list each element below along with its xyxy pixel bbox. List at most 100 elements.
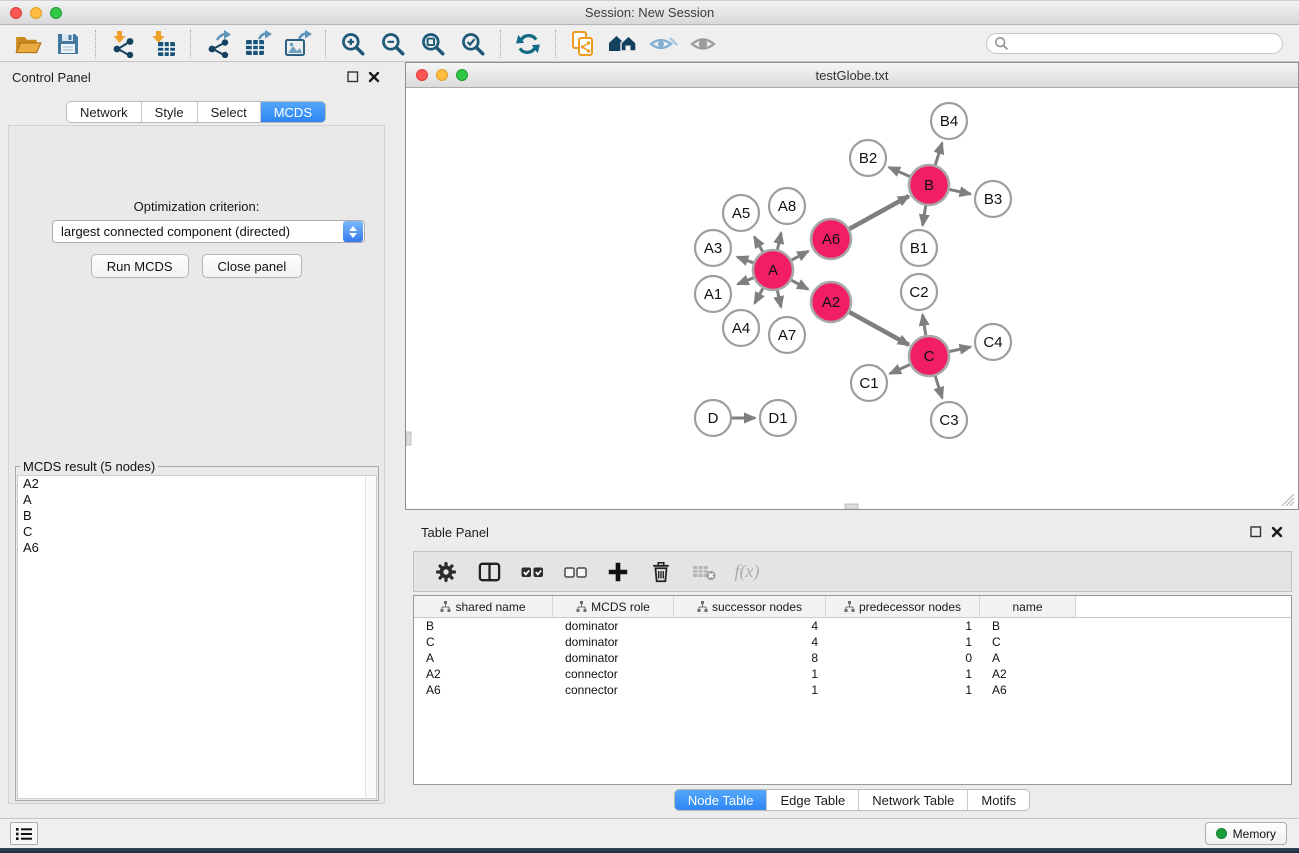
graph-node-C[interactable]: C [909, 336, 949, 376]
tab-network[interactable]: Network [67, 102, 141, 122]
close-panel-icon[interactable] [1271, 526, 1283, 538]
import-table-button[interactable] [143, 29, 183, 59]
graph-node-A4[interactable]: A4 [723, 310, 759, 346]
table-cell[interactable]: 1 [826, 666, 980, 682]
graph-node-A5[interactable]: A5 [723, 195, 759, 231]
close-panel-icon[interactable] [368, 71, 380, 83]
left-edge-handle[interactable] [406, 432, 411, 445]
show-all-button[interactable] [683, 29, 723, 59]
graph-node-B2[interactable]: B2 [850, 140, 886, 176]
table-cell[interactable]: 1 [826, 682, 980, 698]
table-row[interactable]: Bdominator41B [414, 618, 1291, 634]
zoom-out-button[interactable] [373, 29, 413, 59]
table-cell[interactable]: A [414, 650, 553, 666]
column-header-shared-name[interactable]: shared name [414, 596, 553, 617]
mcds-result-item[interactable]: C [18, 524, 376, 540]
table-cell[interactable]: dominator [553, 618, 674, 634]
search-field[interactable] [986, 33, 1283, 54]
table-cell[interactable]: B [414, 618, 553, 634]
copy-network-button[interactable] [563, 29, 603, 59]
network-canvas[interactable]: B4B2BB3A8A5A6A3B1AC2A1A2A4A7C4CC1C3DD1 [406, 88, 1298, 509]
graph-node-B[interactable]: B [909, 165, 949, 205]
graph-edge-A2-C[interactable] [843, 309, 909, 345]
hide-selected-button[interactable] [643, 29, 683, 59]
graph-node-B4[interactable]: B4 [931, 103, 967, 139]
select-all-button[interactable] [514, 556, 550, 588]
table-cell[interactable]: 1 [826, 634, 980, 650]
table-row[interactable]: A2connector11A2 [414, 666, 1291, 682]
table-row[interactable]: Adominator80A [414, 650, 1291, 666]
graph-edge-A6-B[interactable] [843, 196, 909, 232]
task-history-button[interactable] [10, 822, 38, 845]
graph-node-C1[interactable]: C1 [851, 365, 887, 401]
float-panel-icon[interactable] [347, 71, 359, 83]
graph-node-D[interactable]: D [695, 400, 731, 436]
table-cell[interactable]: A6 [980, 682, 1076, 698]
float-panel-icon[interactable] [1250, 526, 1262, 538]
graph-node-A1[interactable]: A1 [695, 276, 731, 312]
table-cell[interactable]: C [414, 634, 553, 650]
node-table[interactable]: shared nameMCDS rolesuccessor nodesprede… [413, 595, 1292, 785]
graph-node-A2[interactable]: A2 [811, 282, 851, 322]
tab-motifs[interactable]: Motifs [967, 790, 1029, 810]
resize-grip[interactable] [1282, 494, 1294, 506]
tab-node-table[interactable]: Node Table [675, 790, 767, 810]
destroy-table-button[interactable] [686, 556, 722, 588]
open-session-button[interactable] [8, 29, 48, 59]
table-cell[interactable]: A6 [414, 682, 553, 698]
table-settings-button[interactable] [428, 556, 464, 588]
add-column-button[interactable] [600, 556, 636, 588]
deselect-all-button[interactable] [557, 556, 593, 588]
table-cell[interactable]: dominator [553, 634, 674, 650]
mcds-result-item[interactable]: A [18, 492, 376, 508]
mcds-result-list[interactable]: A2ABCA6 [17, 475, 377, 799]
search-input[interactable] [1009, 37, 1282, 51]
graph-node-A[interactable]: A [753, 250, 793, 290]
tab-style[interactable]: Style [141, 102, 197, 122]
table-cell[interactable]: connector [553, 666, 674, 682]
table-cell[interactable]: B [980, 618, 1076, 634]
export-network-button[interactable] [198, 29, 238, 59]
column-header-MCDS-role[interactable]: MCDS role [553, 596, 674, 617]
graph-node-A7[interactable]: A7 [769, 317, 805, 353]
graph-node-B3[interactable]: B3 [975, 181, 1011, 217]
zoom-selected-button[interactable] [453, 29, 493, 59]
table-cell[interactable]: 0 [826, 650, 980, 666]
list-scrollbar[interactable] [365, 476, 376, 798]
bottom-edge-handle[interactable] [845, 504, 858, 509]
table-cell[interactable]: C [980, 634, 1076, 650]
graph-node-C3[interactable]: C3 [931, 402, 967, 438]
table-cell[interactable]: 4 [674, 618, 826, 634]
graph-node-C4[interactable]: C4 [975, 324, 1011, 360]
zoom-in-button[interactable] [333, 29, 373, 59]
table-cell[interactable]: A [980, 650, 1076, 666]
mcds-result-item[interactable]: A6 [18, 540, 376, 556]
refresh-button[interactable] [508, 29, 548, 59]
zoom-fit-button[interactable] [413, 29, 453, 59]
save-session-button[interactable] [48, 29, 88, 59]
mcds-result-item[interactable]: A2 [18, 476, 376, 492]
first-neighbors-button[interactable] [603, 29, 643, 59]
criterion-dropdown[interactable]: largest connected component (directed) [52, 220, 365, 243]
tab-edge-table[interactable]: Edge Table [766, 790, 858, 810]
graph-node-C2[interactable]: C2 [901, 274, 937, 310]
column-header-predecessor-nodes[interactable]: predecessor nodes [826, 596, 980, 617]
column-header-name[interactable]: name [980, 596, 1076, 617]
mcds-result-item[interactable]: B [18, 508, 376, 524]
close-panel-button[interactable]: Close panel [202, 254, 303, 278]
network-graph[interactable]: B4B2BB3A8A5A6A3B1AC2A1A2A4A7C4CC1C3DD1 [406, 88, 1298, 509]
show-columns-button[interactable] [471, 556, 507, 588]
table-cell[interactable]: 1 [674, 682, 826, 698]
tab-select[interactable]: Select [197, 102, 260, 122]
graph-node-A3[interactable]: A3 [695, 230, 731, 266]
table-cell[interactable]: A2 [414, 666, 553, 682]
export-table-button[interactable] [238, 29, 278, 59]
import-network-button[interactable] [103, 29, 143, 59]
table-cell[interactable]: 4 [674, 634, 826, 650]
table-row[interactable]: A6connector11A6 [414, 682, 1291, 698]
graph-node-A8[interactable]: A8 [769, 188, 805, 224]
table-cell[interactable]: 1 [674, 666, 826, 682]
table-cell[interactable]: dominator [553, 650, 674, 666]
column-header-successor-nodes[interactable]: successor nodes [674, 596, 826, 617]
graph-node-B1[interactable]: B1 [901, 230, 937, 266]
